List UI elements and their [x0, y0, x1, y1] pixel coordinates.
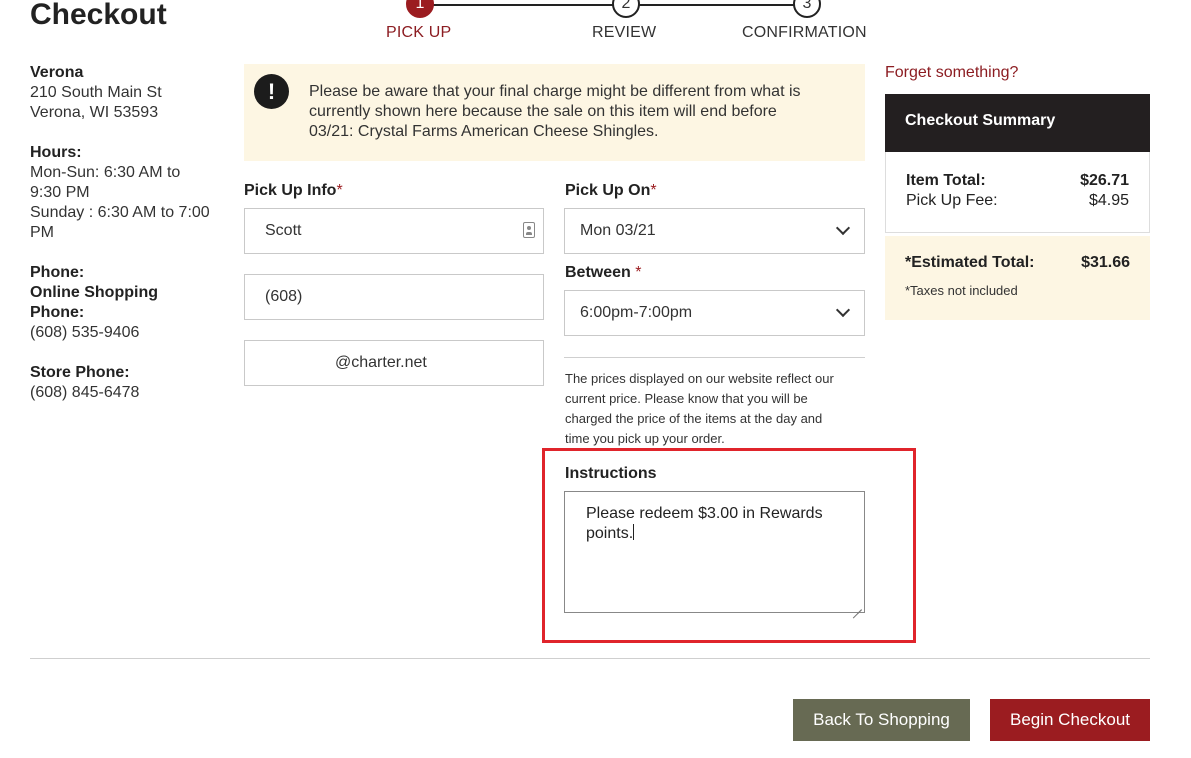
store-address-line2: Verona, WI 53593	[30, 104, 159, 121]
disclaimer-line1: The prices displayed on our website refl…	[565, 371, 834, 386]
hours-sunday-line2: PM	[30, 224, 54, 241]
section-divider	[564, 357, 865, 358]
checkout-summary-body: Item Total: $26.71 Pick Up Fee: $4.95	[885, 152, 1150, 233]
online-shopping-phone: (608) 535-9406	[30, 324, 140, 341]
estimated-total-box: *Estimated Total: $31.66 *Taxes not incl…	[885, 236, 1150, 320]
hours-weekday-line2: 9:30 PM	[30, 184, 90, 201]
between-label-text: Between	[565, 264, 631, 281]
instructions-line1: Please redeem $3.00 in Rewards	[586, 505, 823, 522]
notice-line3: 03/21: Crystal Farms American Cheese Shi…	[309, 123, 659, 140]
pickup-date-select[interactable]: Mon 03/21	[564, 208, 865, 254]
contact-card-icon[interactable]	[523, 222, 535, 238]
pickup-info-label-text: Pick Up Info	[244, 182, 337, 199]
pickup-fee-label: Pick Up Fee:	[906, 192, 998, 209]
back-to-shopping-button[interactable]: Back To Shopping	[793, 699, 970, 741]
step-1-circle: 1	[406, 0, 434, 18]
disclaimer-line4: time you pick up your order.	[565, 431, 725, 446]
phone-field-value: (608)	[265, 288, 303, 305]
item-total-value: $26.71	[1080, 172, 1129, 189]
step-label-confirmation: CONFIRMATION	[742, 24, 867, 41]
phone-label: Phone:	[30, 264, 85, 281]
store-address-line1: 210 South Main St	[30, 84, 162, 101]
name-field[interactable]: Scott	[244, 208, 544, 254]
online-shopping-label-line1: Online Shopping	[30, 284, 158, 301]
pickup-date-value: Mon 03/21	[580, 222, 656, 239]
hours-label: Hours:	[30, 144, 82, 161]
online-shopping-label-line2: Phone:	[30, 304, 85, 321]
notice-line1: Please be aware that your final charge m…	[309, 83, 801, 100]
sale-notice: ! Please be aware that your final charge…	[244, 64, 865, 161]
instructions-textarea[interactable]: Please redeem $3.00 in Rewards points.	[564, 491, 865, 613]
estimated-total-row: *Estimated Total: $31.66	[905, 254, 1130, 272]
hours-weekday-line1: Mon-Sun: 6:30 AM to	[30, 164, 181, 181]
phone-field[interactable]: (608)	[244, 274, 544, 320]
pickup-time-value: 6:00pm-7:00pm	[580, 304, 693, 321]
name-field-value: Scott	[265, 222, 302, 239]
step-label-review: REVIEW	[592, 24, 657, 41]
store-phone: (608) 845-6478	[30, 384, 140, 401]
required-mark: *	[336, 182, 343, 199]
step-3-circle: 3	[793, 0, 821, 18]
email-field-value: @charter.net	[335, 354, 427, 371]
required-mark: *	[635, 264, 642, 281]
store-info: Verona 210 South Main St Verona, WI 5359…	[30, 63, 230, 403]
exclamation-icon: !	[254, 74, 289, 109]
chevron-down-icon	[835, 302, 851, 318]
estimated-total-value: $31.66	[1081, 254, 1130, 271]
begin-checkout-button[interactable]: Begin Checkout	[990, 699, 1150, 741]
forget-something-link[interactable]: Forget something?	[885, 64, 1018, 82]
checkout-stepper: 1 2 3 PICK UP REVIEW CONFIRMATION	[0, 0, 1191, 50]
pickup-on-label: Pick Up On*	[565, 182, 657, 200]
resize-handle-icon[interactable]	[853, 601, 862, 610]
store-name: Verona	[30, 64, 84, 81]
pickup-time-select[interactable]: 6:00pm-7:00pm	[564, 290, 865, 336]
disclaimer-line3: charged the price of the items at the da…	[565, 411, 823, 426]
notice-line2: currently shown here because the sale on…	[309, 103, 777, 120]
instructions-line2: points.	[586, 525, 634, 542]
pickup-info-label: Pick Up Info*	[244, 182, 343, 200]
tax-note: *Taxes not included	[905, 283, 1018, 298]
between-label: Between *	[565, 264, 641, 282]
pickup-on-label-text: Pick Up On	[565, 182, 651, 199]
estimated-total-label: *Estimated Total:	[905, 254, 1035, 271]
chevron-down-icon	[835, 220, 851, 236]
pickup-fee-row: Pick Up Fee: $4.95	[906, 192, 1129, 210]
step-2-circle: 2	[612, 0, 640, 18]
store-phone-label: Store Phone:	[30, 364, 130, 381]
footer-divider	[30, 658, 1150, 659]
required-mark: *	[650, 182, 657, 199]
instructions-label: Instructions	[565, 465, 657, 482]
step-label-pick-up: PICK UP	[386, 24, 452, 41]
hours-sunday-line1: Sunday : 6:30 AM to 7:00	[30, 204, 210, 221]
instructions-text: Please redeem $3.00 in Rewards points.	[586, 504, 851, 544]
disclaimer-line2: current price. Please know that you will…	[565, 391, 808, 406]
item-total-row: Item Total: $26.71	[906, 172, 1129, 190]
pickup-fee-value: $4.95	[1088, 192, 1129, 209]
notice-text: Please be aware that your final charge m…	[309, 82, 849, 142]
email-field[interactable]: @charter.net	[244, 340, 544, 386]
text-caret	[633, 524, 635, 540]
item-total-label: Item Total:	[906, 172, 986, 189]
checkout-summary-title: Checkout Summary	[885, 94, 1150, 152]
price-disclaimer: The prices displayed on our website refl…	[565, 369, 865, 449]
